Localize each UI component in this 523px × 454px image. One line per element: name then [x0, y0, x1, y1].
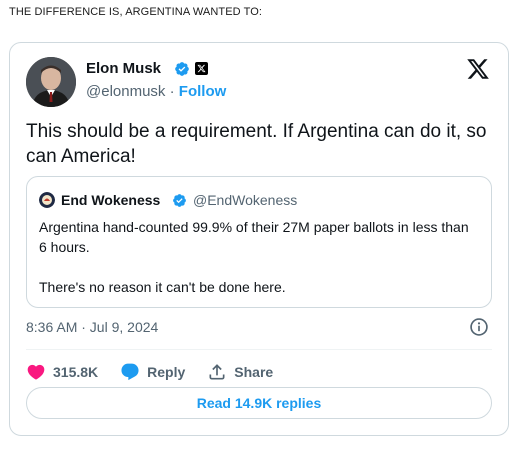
affiliate-x-badge-icon: [195, 62, 208, 75]
tweet-timestamp[interactable]: 8:36 AM · Jul 9, 2024: [26, 319, 158, 335]
like-count: 315.8K: [53, 364, 99, 380]
avatar-image: [26, 57, 76, 107]
share-button[interactable]: Share: [207, 362, 273, 382]
x-logo-icon[interactable]: [466, 57, 490, 81]
reply-button[interactable]: Reply: [120, 362, 185, 382]
follow-button[interactable]: Follow: [179, 83, 227, 100]
author-handle[interactable]: @elonmusk: [86, 83, 165, 100]
author-handle-row: @elonmusk · Follow: [86, 83, 226, 100]
action-bar: 315.8K Reply Share: [26, 357, 295, 387]
info-icon[interactable]: [469, 317, 489, 337]
quote-text: Argentina hand-counted 99.9% of their 27…: [39, 217, 479, 297]
reply-bubble-icon: [121, 363, 139, 381]
quote-author-handle[interactable]: @EndWokeness: [193, 192, 297, 208]
read-replies-button[interactable]: Read 14.9K replies: [26, 387, 492, 419]
like-button[interactable]: 315.8K: [26, 362, 98, 382]
quote-avatar[interactable]: [39, 192, 55, 208]
page-caption: THE DIFFERENCE IS, ARGENTINA WANTED TO:: [9, 6, 263, 18]
reply-label: Reply: [147, 364, 186, 380]
author-name[interactable]: Elon Musk: [86, 60, 161, 77]
author-avatar[interactable]: [26, 57, 76, 107]
quote-author-name[interactable]: End Wokeness: [61, 192, 160, 208]
share-label: Share: [234, 364, 274, 380]
share-icon: [209, 364, 225, 380]
quote-text-line2: There's no reason it can't be done here.: [39, 279, 286, 295]
separator-dot: ·: [165, 83, 179, 100]
action-divider: [26, 349, 492, 350]
quote-avatar-image: [39, 192, 55, 208]
verified-badge-icon: [175, 62, 189, 76]
quote-text-line1: Argentina hand-counted 99.9% of their 27…: [39, 219, 469, 255]
quote-verified-badge-icon: [173, 194, 186, 207]
tweet-text: This should be a requirement. If Argenti…: [26, 121, 487, 167]
tweet-card[interactable]: Elon Musk @elonmusk · Follow This should…: [9, 42, 509, 436]
quoted-tweet[interactable]: End Wokeness @EndWokeness Argentina hand…: [26, 176, 492, 308]
heart-icon: [27, 364, 45, 380]
